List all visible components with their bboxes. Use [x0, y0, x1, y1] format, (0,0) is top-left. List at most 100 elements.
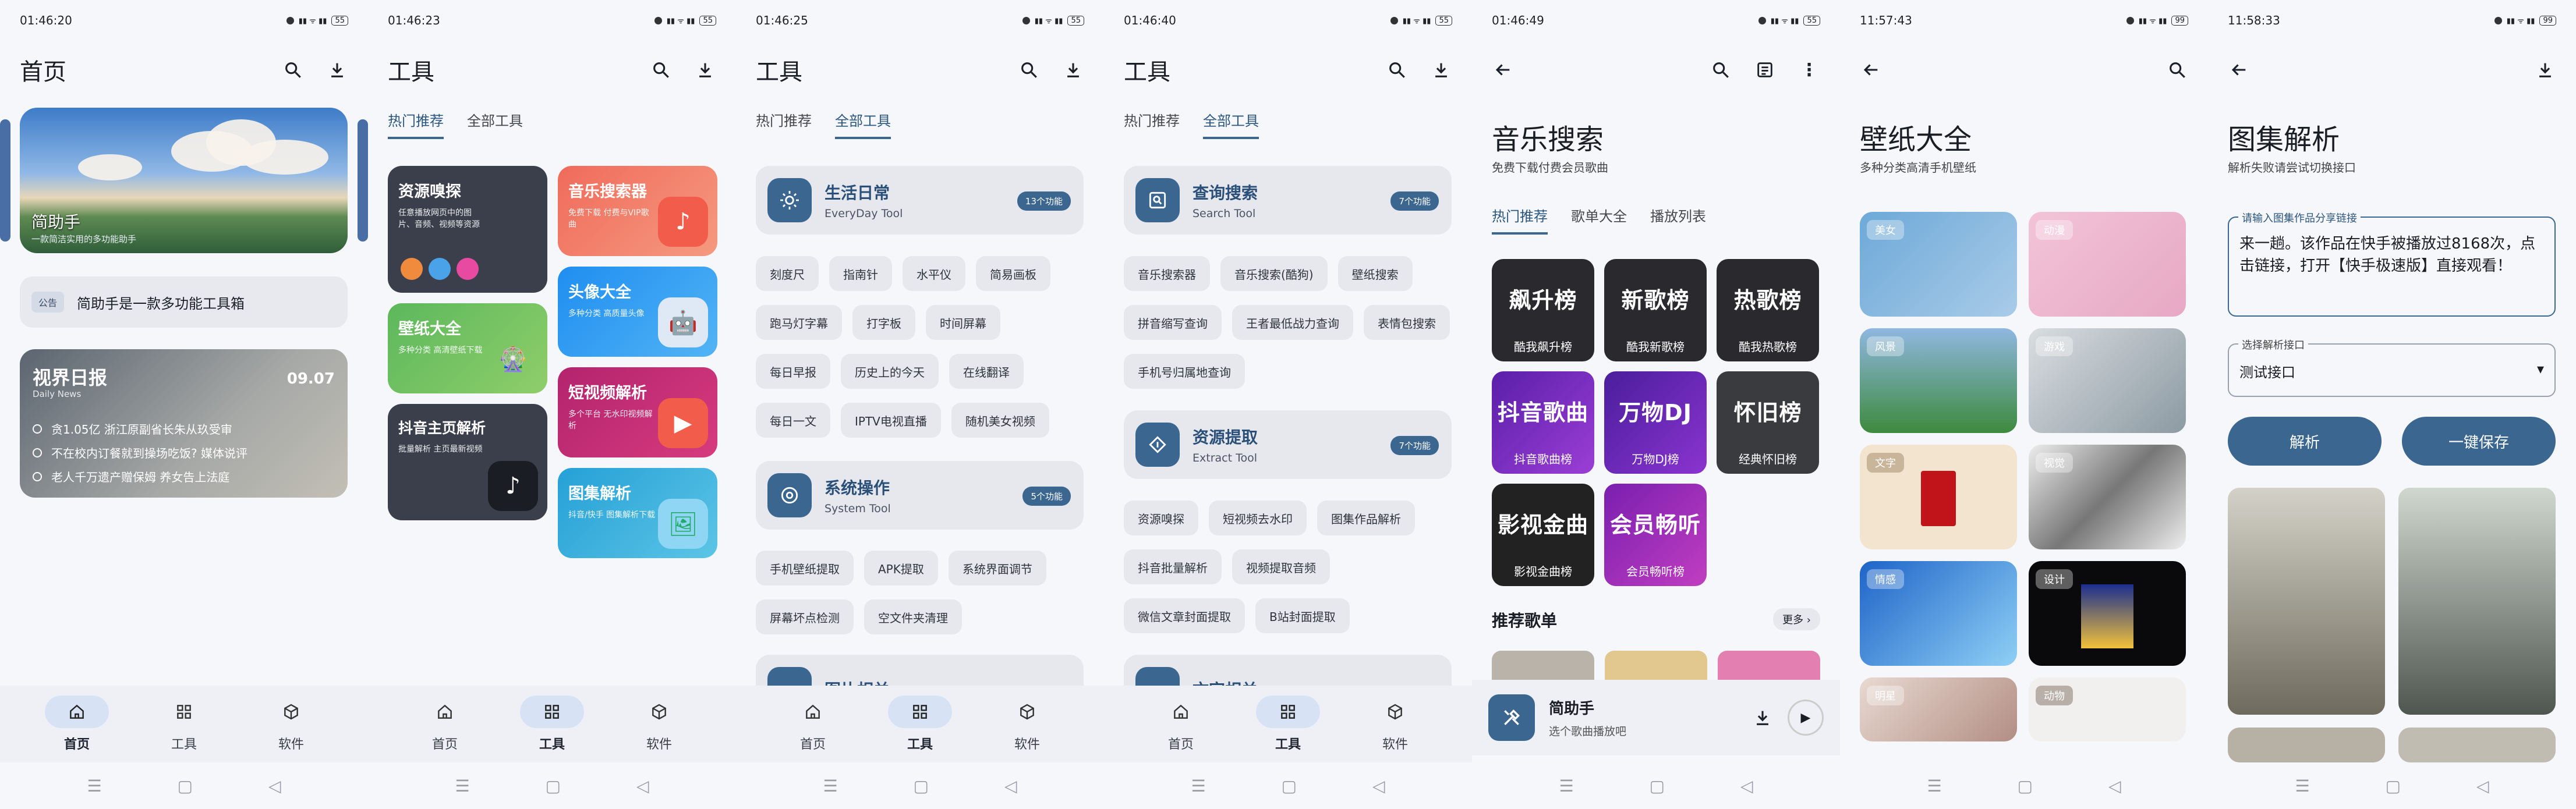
nav-home[interactable]: 首页	[763, 696, 862, 753]
save-all-button[interactable]: 一键保存	[2402, 417, 2556, 466]
download-icon[interactable]	[1751, 707, 1774, 729]
tool-chip[interactable]: 随机美女视频	[951, 403, 1049, 438]
tab-hot[interactable]: 热门推荐	[756, 109, 812, 139]
tool-chip[interactable]: 王者最低战力查询	[1232, 305, 1353, 340]
hero-banner[interactable]: 简助手 一款简洁实用的多功能助手	[20, 108, 348, 253]
tool-chip[interactable]: 手机壁纸提取	[756, 551, 854, 586]
nav-home[interactable]: 首页	[1131, 696, 1230, 753]
search-icon[interactable]	[2166, 59, 2188, 81]
search-icon[interactable]	[1018, 59, 1040, 81]
nav-tools[interactable]: 工具	[871, 696, 969, 753]
result-image[interactable]	[2398, 728, 2556, 762]
nav-tools[interactable]: 工具	[135, 696, 233, 753]
search-icon[interactable]	[1386, 59, 1408, 81]
section-extract[interactable]: 资源提取 Extract Tool 7个功能	[1124, 410, 1452, 479]
tool-chip[interactable]: 微信文章封面提取	[1124, 598, 1245, 633]
category-card[interactable]: 动漫	[2029, 212, 2186, 317]
news-item[interactable]: 不在校内订餐就到操场吃饭? 媒体说评	[33, 442, 247, 466]
nav-software[interactable]: 软件	[242, 696, 341, 753]
category-card[interactable]: 游戏	[2029, 328, 2186, 433]
nav-home[interactable]: 首页	[27, 696, 126, 753]
share-link-input[interactable]: 请输入图集作品分享链接 来一趟。该作品在快手被播放过8168次，点击链接，打开【…	[2228, 210, 2556, 317]
search-icon[interactable]	[650, 59, 672, 81]
chart-card[interactable]: 会员畅听 会员畅听榜	[1604, 484, 1707, 586]
tool-chip[interactable]: 刻度尺	[756, 256, 819, 291]
more-button[interactable]: 更多 ›	[1773, 608, 1820, 630]
nav-tools[interactable]: 工具	[1239, 696, 1337, 753]
category-card[interactable]: 美女	[1860, 212, 2017, 317]
card-avatar[interactable]: 头像大全 多种分类 高质量头像 🤖	[558, 267, 717, 357]
tool-chip[interactable]: 水平仪	[903, 256, 965, 291]
category-card[interactable]: 文字	[1860, 445, 2017, 549]
menu-icon[interactable]: ☰	[2295, 776, 2309, 796]
news-item[interactable]: 老人千万遗产赠保姆 养女告上法庭	[33, 466, 247, 489]
tab-all[interactable]: 全部工具	[1203, 109, 1259, 139]
tool-chip[interactable]: 屏幕坏点检测	[756, 599, 854, 634]
result-image[interactable]	[2228, 728, 2385, 762]
home-sys-icon[interactable]: ▢	[2386, 776, 2401, 796]
home-sys-icon[interactable]: ▢	[1650, 776, 1665, 796]
tool-chip[interactable]: 每日早报	[756, 354, 830, 389]
card-music-search[interactable]: 音乐搜索器 免费下载 付费与VIP歌曲 ♪	[558, 166, 717, 256]
list-icon[interactable]	[1754, 59, 1776, 81]
tool-chip[interactable]: 图集作品解析	[1317, 501, 1415, 535]
menu-icon[interactable]: ☰	[1191, 776, 1205, 796]
menu-icon[interactable]: ☰	[455, 776, 469, 796]
tool-chip[interactable]: 视频提取音频	[1232, 549, 1330, 584]
tool-chip[interactable]: 在线翻译	[949, 354, 1024, 389]
result-image[interactable]	[2398, 488, 2556, 715]
tool-chip[interactable]: 壁纸搜索	[1337, 256, 1413, 291]
back-arrow-icon[interactable]	[1492, 59, 1514, 81]
tab-all[interactable]: 全部工具	[835, 109, 891, 139]
chart-card[interactable]: 万物DJ 万物DJ榜	[1604, 371, 1707, 474]
tool-chip[interactable]: 跑马灯字幕	[756, 305, 842, 340]
tool-chip[interactable]: 时间屏幕	[926, 305, 1000, 340]
home-sys-icon[interactable]: ▢	[546, 776, 561, 796]
parse-button[interactable]: 解析	[2228, 417, 2382, 466]
card-douyin-home[interactable]: 抖音主页解析 批量解析 主页最新视频 ♪	[388, 404, 547, 520]
tool-chip[interactable]: 打字板	[852, 305, 915, 340]
search-icon[interactable]	[1710, 59, 1732, 81]
tool-chip[interactable]: 音乐搜索(酷狗)	[1220, 256, 1328, 291]
card-short-video[interactable]: 短视频解析 多个平台 无水印视频解析 ▶	[558, 367, 717, 457]
section-system[interactable]: 系统操作 System Tool 5个功能	[756, 461, 1084, 530]
tab-playlists[interactable]: 歌单大全	[1571, 205, 1627, 235]
tool-chip[interactable]: 空文件夹清理	[864, 599, 962, 634]
home-sys-icon[interactable]: ▢	[178, 776, 193, 796]
card-gallery-parse[interactable]: 图集解析 抖音/快手 图集解析下载 🖼	[558, 468, 717, 558]
chart-card[interactable]: 怀旧榜 经典怀旧榜	[1717, 371, 1819, 474]
download-icon[interactable]	[2534, 59, 2556, 81]
back-sys-icon[interactable]: ◁	[2476, 776, 2489, 796]
tab-hot[interactable]: 热门推荐	[388, 109, 444, 139]
tool-chip[interactable]: 拼音缩写查询	[1124, 305, 1222, 340]
card-wallpaper[interactable]: 壁纸大全 多种分类 高清壁纸下载 🎡	[388, 303, 547, 393]
home-sys-icon[interactable]: ▢	[1282, 776, 1297, 796]
daily-news-card[interactable]: 视界日报 Daily News 09.07 贪1.05亿 浙江原副省长朱从玖受审…	[20, 349, 348, 498]
menu-icon[interactable]: ☰	[1559, 776, 1573, 796]
tool-chip[interactable]: 音乐搜索器	[1124, 256, 1210, 291]
tool-chip[interactable]: IPTV电视直播	[841, 403, 941, 438]
tab-hot[interactable]: 热门推荐	[1124, 109, 1180, 139]
tab-all[interactable]: 全部工具	[467, 109, 523, 139]
menu-icon[interactable]: ☰	[1927, 776, 1941, 796]
play-icon[interactable]: ▶	[1788, 700, 1824, 736]
chart-card[interactable]: 热歌榜 酷我热歌榜	[1717, 259, 1819, 361]
tool-chip[interactable]: 短视频去水印	[1209, 501, 1307, 535]
back-sys-icon[interactable]: ◁	[268, 776, 281, 796]
download-icon[interactable]	[1062, 59, 1084, 81]
download-icon[interactable]	[326, 59, 348, 81]
category-card[interactable]: 动物	[2029, 677, 2186, 741]
back-arrow-icon[interactable]	[1860, 59, 1882, 81]
home-sys-icon[interactable]: ▢	[914, 776, 929, 796]
chart-card[interactable]: 影视金曲 影视金曲榜	[1492, 484, 1594, 586]
card-resource-sniff[interactable]: 资源嗅探 任意播放网页中的图片、音频、视频等资源	[388, 166, 547, 293]
back-sys-icon[interactable]: ◁	[1372, 776, 1385, 796]
search-icon[interactable]	[282, 59, 304, 81]
news-item[interactable]: 贪1.05亿 浙江原副省长朱从玖受审	[33, 418, 247, 442]
tool-chip[interactable]: 资源嗅探	[1124, 501, 1198, 535]
tool-chip[interactable]: 手机号归属地查询	[1124, 354, 1245, 389]
menu-icon[interactable]: ☰	[87, 776, 101, 796]
back-sys-icon[interactable]: ◁	[636, 776, 649, 796]
category-card[interactable]: 情感	[1860, 561, 2017, 666]
tool-chip[interactable]: 每日一文	[756, 403, 830, 438]
